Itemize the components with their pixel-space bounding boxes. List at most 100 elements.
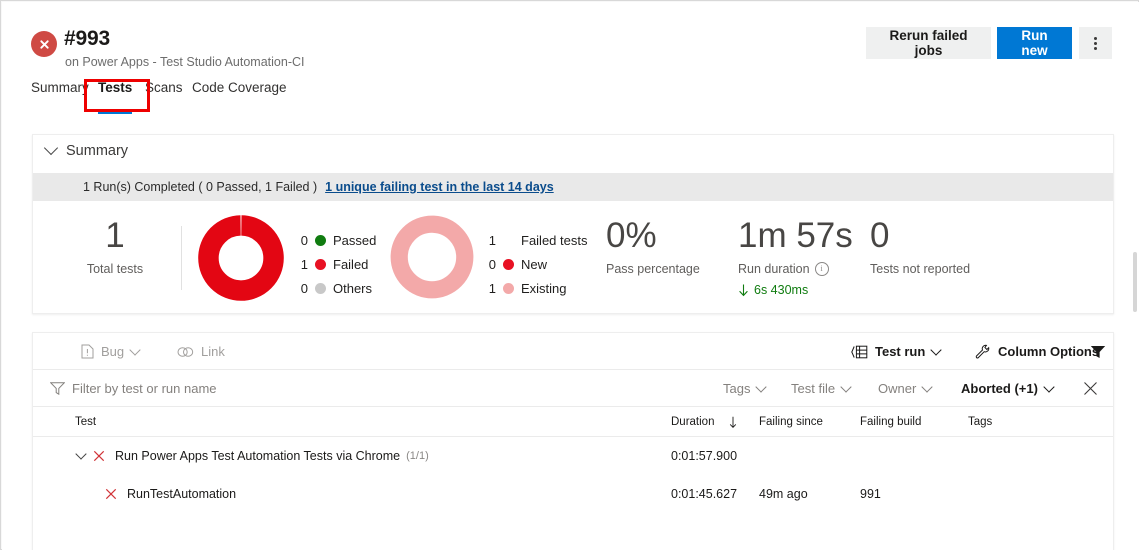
run-duration-delta-value: 6s 430ms (754, 283, 809, 297)
summary-collapse-toggle[interactable]: Summary (43, 140, 129, 159)
vertical-scrollbar-thumb[interactable] (1133, 252, 1137, 312)
tab-label: Tests (98, 80, 133, 95)
legend-label: Others (333, 280, 373, 296)
legend-count: 0 (300, 280, 308, 296)
table-row[interactable]: Run Power Apps Test Automation Tests via… (33, 437, 1113, 475)
run-duration-stat: 1m 57s Run duration i 6s 430ms (738, 216, 853, 297)
more-actions-button[interactable] (1079, 27, 1112, 59)
legend-dot-failed-icon (315, 258, 326, 270)
legend-dot-existing-icon (503, 282, 514, 294)
filter-tags-dropdown[interactable]: Tags (723, 370, 768, 407)
legend-label: New (521, 256, 548, 272)
test-results-card: Bug Link Test run Column Options Filter … (32, 332, 1114, 550)
tab-label: Scans (145, 80, 183, 95)
build-results-page: #993 on Power Apps - Test Studio Automat… (2, 2, 1139, 550)
app-window: #993 on Power Apps - Test Studio Automat… (0, 0, 1139, 550)
chevron-down-icon[interactable] (75, 448, 87, 460)
filter-toggle-button[interactable] (1090, 333, 1106, 370)
legend-label: Failed (333, 256, 369, 272)
tab-label: Summary (31, 80, 89, 95)
results-toolbar: Bug Link Test run Column Options (33, 333, 1113, 370)
chevron-down-icon (1043, 380, 1055, 393)
run-status-text: 1 Run(s) Completed ( 0 Passed, 1 Failed … (83, 180, 318, 194)
row-failing-since-cell: 49m ago (759, 487, 808, 501)
column-label: Tags (968, 416, 993, 428)
summary-heading: Summary (66, 143, 129, 159)
column-options-button[interactable]: Column Options (975, 333, 1099, 370)
legend-label: Failed tests (521, 232, 588, 248)
group-by-icon (851, 345, 868, 358)
legend-label: Existing (521, 280, 567, 296)
chevron-down-icon (129, 343, 141, 356)
total-tests-value: 1 (105, 216, 125, 255)
column-header-test[interactable]: Test (75, 407, 96, 437)
column-label: Duration (671, 416, 715, 428)
row-failing-build-cell: 991 (860, 487, 881, 501)
page-title: #993 (64, 27, 110, 50)
legend-item-existing: 1 Existing (486, 276, 587, 300)
pipeline-subtitle: on Power Apps - Test Studio Automation-C… (65, 55, 305, 69)
search-input[interactable]: Filter by test or run name (50, 370, 217, 407)
legend-dot-placeholder-icon (503, 235, 514, 246)
ellipsis-dot (1094, 41, 1097, 45)
unique-failing-tests-link[interactable]: 1 unique failing test in the last 14 day… (325, 180, 554, 194)
pass-percentage-label: Pass percentage (606, 262, 700, 276)
pass-percentage-stat: 0% Pass percentage (606, 216, 700, 276)
tab-code-coverage[interactable]: Code Coverage (192, 80, 287, 111)
clear-filters-button[interactable] (1083, 370, 1098, 407)
tab-active-underline (98, 112, 133, 114)
filter-outcome-dropdown[interactable]: Aborted (+1) (961, 370, 1055, 407)
chevron-down-icon (755, 380, 768, 393)
funnel-filter-icon (50, 382, 65, 395)
search-input-placeholder: Filter by test or run name (72, 381, 217, 396)
filter-test-file-dropdown[interactable]: Test file (791, 370, 852, 407)
sort-descending-arrow-icon (730, 416, 737, 428)
row-test-name: Run Power Apps Test Automation Tests via… (115, 449, 401, 463)
test-outcome-legend: 0 Passed 1 Failed 0 Others (298, 228, 377, 300)
test-failed-x-icon (105, 488, 117, 500)
chevron-down-icon (43, 140, 59, 156)
legend-item-new: 0 New (486, 252, 587, 276)
tab-tests[interactable]: Tests (98, 80, 133, 114)
results-table-header: Test Duration Failing since Failing buil… (33, 407, 1113, 437)
rerun-failed-jobs-button[interactable]: Rerun failed jobs (866, 27, 991, 59)
chevron-down-icon (930, 343, 942, 356)
total-tests-stat: 1 Total tests (74, 216, 156, 276)
filter-label: Owner (878, 381, 917, 396)
legend-count: 0 (300, 232, 308, 248)
test-outcome-donut-chart (198, 215, 284, 306)
page-header: #993 on Power Apps - Test Studio Automat… (2, 2, 1139, 77)
column-options-label: Column Options (998, 344, 1100, 359)
table-row[interactable]: RunTestAutomation 0:01:45.627 49m ago 99… (33, 475, 1113, 513)
arrow-down-icon (739, 284, 748, 296)
run-duration-delta: 6s 430ms (738, 283, 853, 297)
wrench-icon (975, 344, 990, 358)
test-run-grouping-button[interactable]: Test run (851, 333, 942, 370)
legend-count: 0 (488, 256, 496, 272)
tests-not-reported-value: 0 (870, 216, 890, 255)
legend-item-failed-tests: 1 Failed tests (486, 228, 588, 252)
filter-owner-dropdown[interactable]: Owner (878, 370, 933, 407)
close-icon (1084, 382, 1097, 395)
tab-label: Code Coverage (192, 80, 287, 95)
run-new-button[interactable]: Run new (997, 27, 1072, 59)
ellipsis-dot (1094, 46, 1097, 50)
filter-label: Tags (723, 381, 751, 396)
run-duration-label: Run duration (738, 262, 810, 276)
bug-button[interactable]: Bug (81, 333, 141, 370)
column-header-duration[interactable]: Duration (671, 407, 738, 437)
total-tests-label: Total tests (86, 262, 144, 276)
tab-bar: Summary Tests Scans Code Coverage (2, 80, 1139, 114)
link-chain-icon (177, 346, 194, 357)
row-test-cell: RunTestAutomation (105, 475, 236, 513)
link-button[interactable]: Link (177, 333, 225, 370)
column-header-tags[interactable]: Tags (968, 407, 992, 437)
tab-scans[interactable]: Scans (145, 80, 183, 111)
legend-item-others: 0 Others (298, 276, 376, 300)
legend-dot-new-icon (503, 258, 514, 270)
tab-summary[interactable]: Summary (31, 80, 89, 111)
info-icon[interactable]: i (814, 262, 829, 276)
column-header-failing-since[interactable]: Failing since (759, 407, 823, 437)
chevron-down-icon (840, 380, 852, 393)
column-header-failing-build[interactable]: Failing build (860, 407, 921, 437)
